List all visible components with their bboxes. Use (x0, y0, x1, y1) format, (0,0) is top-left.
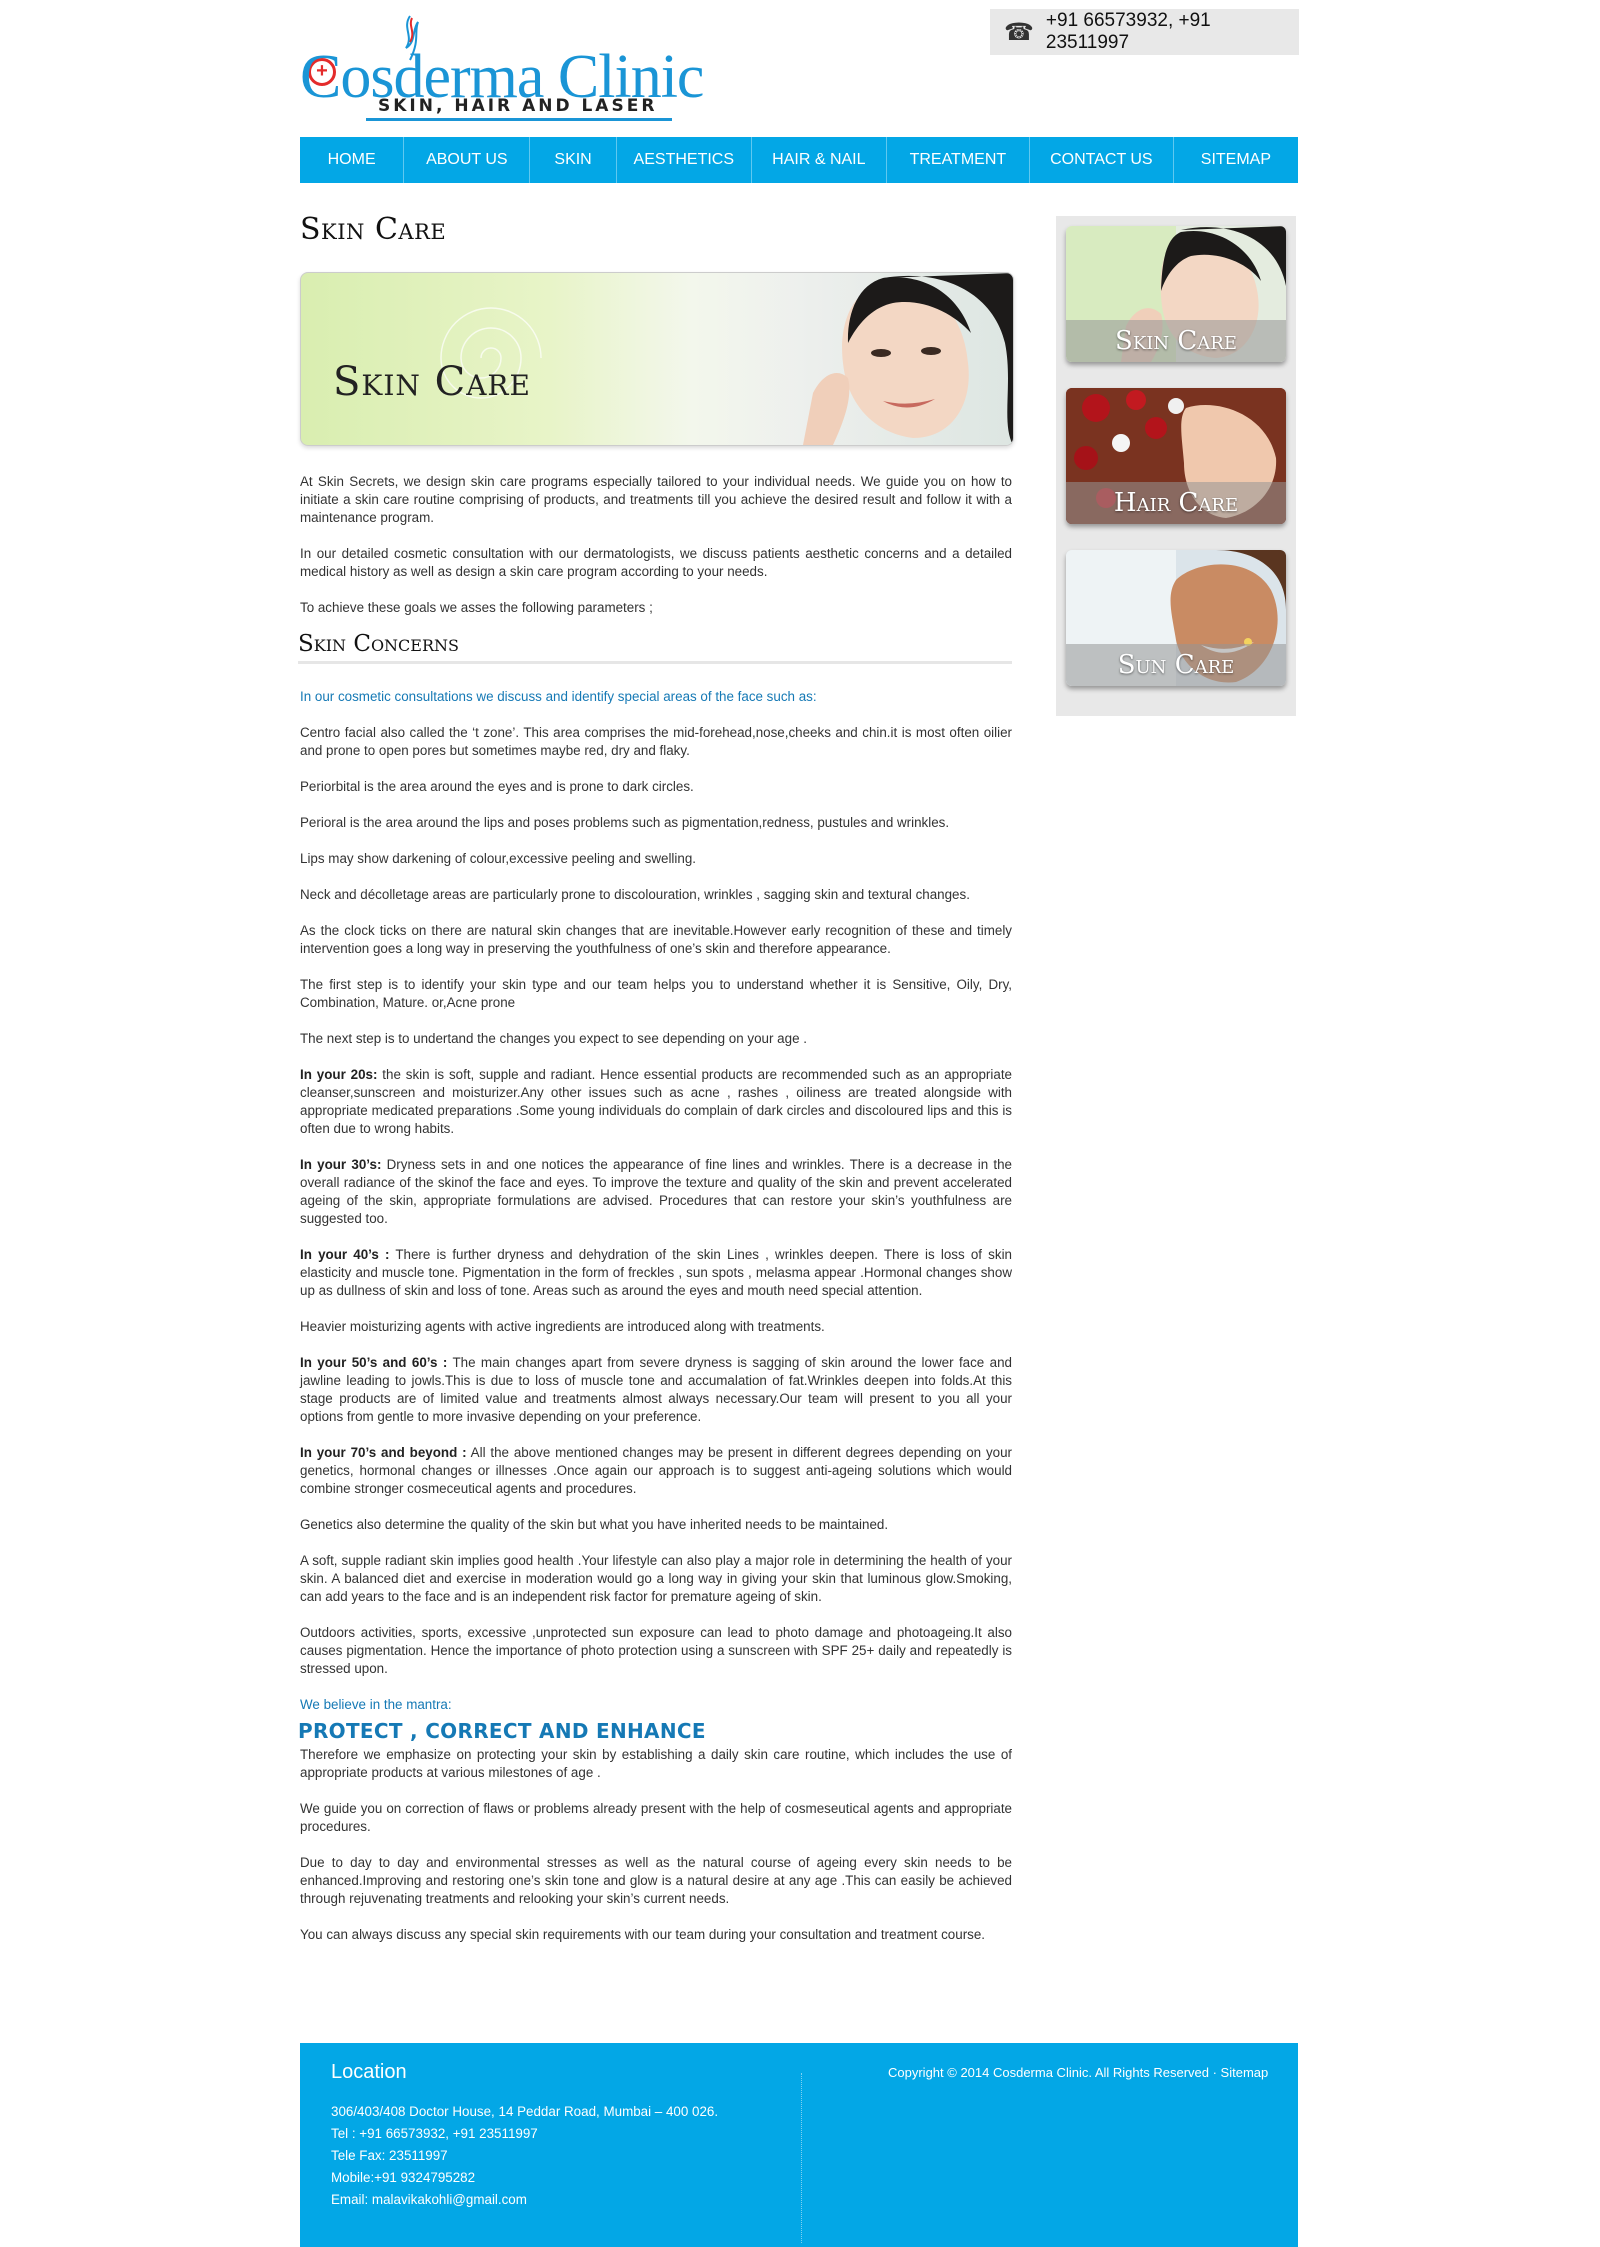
final-paragraph: You can always discuss any special skin … (300, 1927, 986, 1942)
intro-paragraph: At Skin Secrets, we design skin care pro… (300, 474, 1012, 525)
concern-paragraph: Centro facial also called the ‘t zone’. … (300, 725, 1012, 758)
age-text: Dryness sets in and one notices the appe… (300, 1157, 1012, 1226)
concern-paragraph: Perioral is the area around the lips and… (300, 815, 950, 830)
nav-item-contact-us[interactable]: CONTACT US (1030, 137, 1174, 183)
nav-item-treatment[interactable]: TREATMENT (887, 137, 1030, 183)
final-paragraph: Due to day to day and environmental stre… (300, 1855, 1012, 1906)
nav-item-hair-nail[interactable]: HAIR & NAIL (752, 137, 887, 183)
sidebar: Skin Care Hair Care Sun Care (1056, 216, 1296, 716)
email-link[interactable]: Email: malavikakohli@gmail.com (331, 2189, 721, 2211)
concern-paragraph: As the clock ticks on there are natural … (300, 923, 1012, 956)
footer: Location 306/403/408 Doctor House, 14 Pe… (300, 2043, 1298, 2247)
card-label: Sun Care (1066, 644, 1286, 686)
age-label: In your 20s: (300, 1067, 378, 1082)
main-nav: HOME ABOUT US SKIN AESTHETICS HAIR & NAI… (300, 137, 1298, 183)
phone-box: ☎ +91 66573932, +91 23511997 (990, 9, 1299, 55)
closing-paragraph: Genetics also determine the quality of t… (300, 1517, 889, 1532)
intro-paragraph: To achieve these goals we asses the foll… (300, 600, 653, 615)
banner-title: Skin Care (333, 359, 531, 405)
woman-portrait-image (743, 273, 1013, 445)
nav-item-sitemap[interactable]: SITEMAP (1174, 137, 1298, 183)
concern-paragraph: Neck and décolletage areas are particula… (300, 887, 970, 902)
closing-paragraph: A soft, supple radiant skin implies good… (300, 1553, 1012, 1604)
page: + Cosderma Clinic SKIN, HAIR AND LASER ☎… (0, 0, 1600, 2247)
heavier-paragraph: Heavier moisturizing agents with active … (300, 1319, 825, 1334)
footer-divider (801, 2073, 802, 2243)
nav-item-skin[interactable]: SKIN (530, 137, 617, 183)
logo-tagline: SKIN, HAIR AND LASER (378, 96, 658, 116)
age-70s-paragraph: In your 70’s and beyond : All the above … (300, 1444, 1012, 1498)
nav-item-home[interactable]: HOME (300, 137, 405, 183)
address: 306/403/408 Doctor House, 14 Peddar Road… (331, 2104, 719, 2119)
concern-paragraph: The next step is to undertand the change… (300, 1031, 807, 1046)
skin-concerns-heading: Skin Concerns (298, 633, 1012, 664)
sidebar-card-hair-care[interactable]: Hair Care (1066, 388, 1286, 524)
mantra-lead: We believe in the mantra: (300, 1697, 452, 1712)
card-label: Skin Care (1066, 320, 1286, 362)
concern-paragraph: Periorbital is the area around the eyes … (300, 779, 694, 794)
main-content: At Skin Secrets, we design skin care pro… (298, 473, 1012, 1962)
page-title: Skin Care (300, 212, 447, 247)
skin-care-banner: Skin Care (300, 272, 1014, 446)
tele-fax: Tele Fax: 23511997 (331, 2148, 448, 2163)
nav-item-aesthetics[interactable]: AESTHETICS (617, 137, 752, 183)
mantra-heading: PROTECT , CORRECT AND ENHANCE (298, 1719, 706, 1743)
nav-item-about-us[interactable]: ABOUT US (404, 137, 531, 183)
intro-paragraph: In our detailed cosmetic consultation wi… (300, 546, 1012, 579)
age-label: In your 30’s: (300, 1157, 382, 1172)
logo-underline (366, 118, 672, 121)
age-label: In your 40’s : (300, 1247, 390, 1262)
location-title: Location (331, 2061, 407, 2083)
closing-paragraph: Outdoors activities, sports, excessive ,… (300, 1625, 1012, 1676)
age-40s-paragraph: In your 40’s : There is further dryness … (300, 1246, 1012, 1300)
clinic-logo[interactable]: + Cosderma Clinic SKIN, HAIR AND LASER (300, 14, 704, 124)
age-30s-paragraph: In your 30’s: Dryness sets in and one no… (300, 1156, 1012, 1228)
final-paragraph: Therefore we emphasize on protecting you… (300, 1747, 1012, 1780)
age-50s-paragraph: In your 50’s and 60’s : The main changes… (300, 1354, 1012, 1426)
age-text: the skin is soft, supple and radiant. He… (300, 1067, 1012, 1136)
age-20s-paragraph: In your 20s: the skin is soft, supple an… (300, 1066, 1012, 1138)
concern-paragraph: Lips may show darkening of colour,excess… (300, 851, 696, 866)
age-text: There is further dryness and dehydration… (300, 1247, 1012, 1298)
location-details: 306/403/408 Doctor House, 14 Peddar Road… (331, 2101, 721, 2211)
sidebar-card-sun-care[interactable]: Sun Care (1066, 550, 1286, 686)
sidebar-card-skin-care[interactable]: Skin Care (1066, 226, 1286, 362)
final-paragraph: We guide you on correction of flaws or p… (300, 1801, 1012, 1834)
copyright-text: Copyright © 2014 Cosderma Clinic. All Ri… (888, 2065, 1269, 2080)
age-label: In your 70’s and beyond : (300, 1445, 467, 1460)
phone-number: +91 66573932, +91 23511997 (1045, 10, 1211, 53)
mobile: Mobile:+91 9324795282 (331, 2170, 476, 2185)
age-label: In your 50’s and 60’s : (300, 1355, 448, 1370)
telephone: Tel : +91 66573932, +91 23511997 (331, 2126, 538, 2141)
concerns-lead: In our cosmetic consultations we discuss… (300, 689, 817, 704)
phone-icon: ☎ (1004, 18, 1034, 46)
card-label: Hair Care (1066, 482, 1286, 524)
concern-paragraph: The first step is to identify your skin … (300, 977, 1012, 1010)
